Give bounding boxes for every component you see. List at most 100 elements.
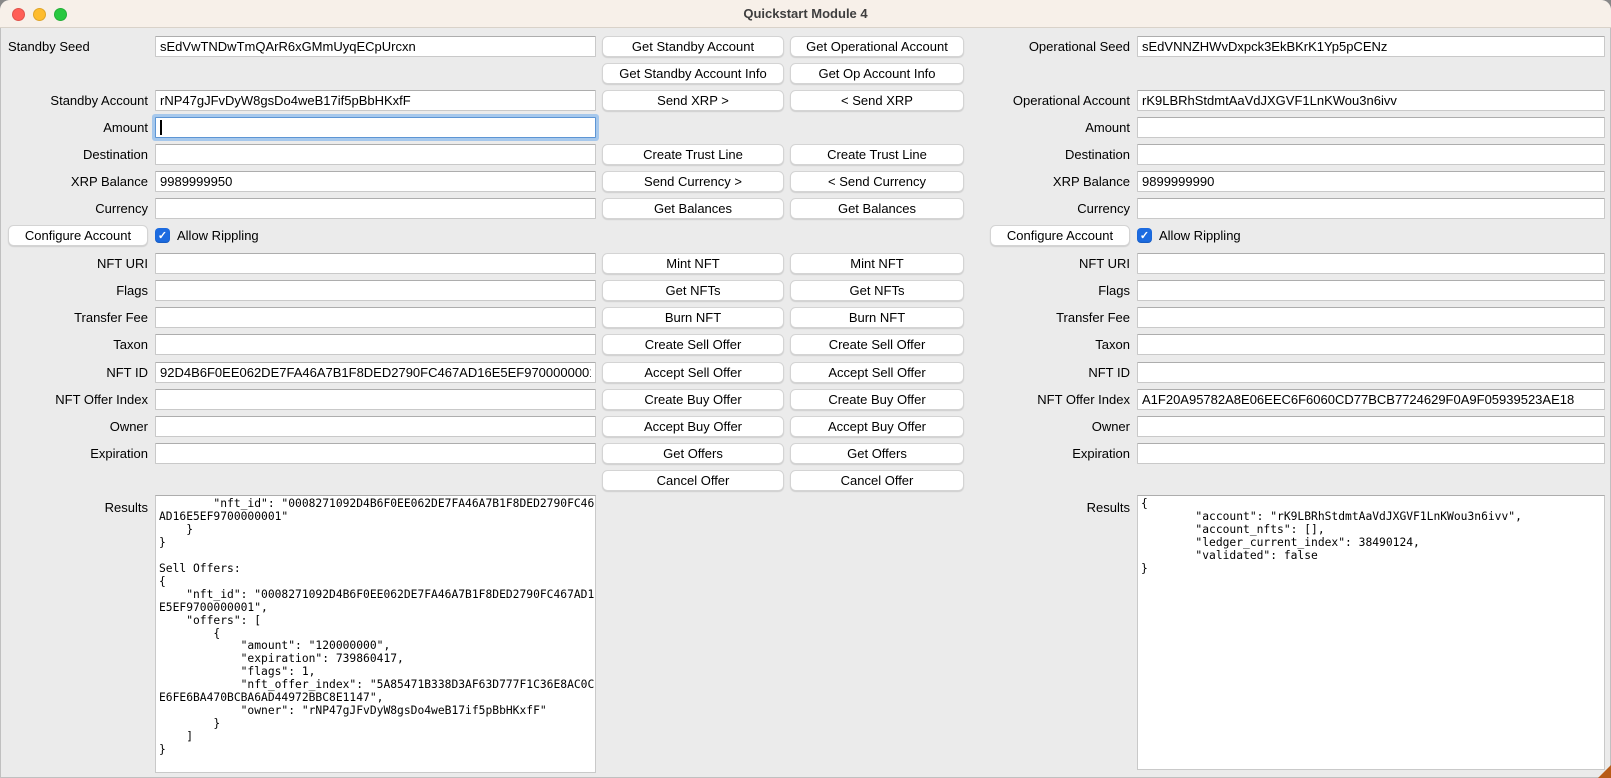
standby-nft-uri-input[interactable] [155, 253, 596, 274]
op-amount-input[interactable] [1137, 117, 1605, 138]
standby-seed-label: Standby Seed [0, 36, 148, 57]
op-nft-offer-index-label: NFT Offer Index [950, 389, 1130, 410]
op-amount-label: Amount [950, 117, 1130, 138]
op-taxon-label: Taxon [950, 334, 1130, 355]
op-accept-buy-offer-button[interactable]: Accept Buy Offer [790, 416, 964, 437]
op-allow-rippling-row: ✓ Allow Rippling [1137, 225, 1241, 246]
send-xrp-to-standby-button[interactable]: < Send XRP [790, 90, 964, 111]
op-owner-label: Owner [950, 416, 1130, 437]
op-cancel-offer-button[interactable]: Cancel Offer [790, 470, 964, 491]
standby-taxon-label: Taxon [0, 334, 148, 355]
sb-create-buy-offer-button[interactable]: Create Buy Offer [602, 389, 784, 410]
send-xrp-to-op-button[interactable]: Send XRP > [602, 90, 784, 111]
op-currency-input[interactable] [1137, 198, 1605, 219]
standby-xrp-balance-input[interactable] [155, 171, 596, 192]
get-op-account-info-button[interactable]: Get Op Account Info [790, 63, 964, 84]
op-get-balances-button[interactable]: Get Balances [790, 198, 964, 219]
op-create-sell-offer-button[interactable]: Create Sell Offer [790, 334, 964, 355]
titlebar: Quickstart Module 4 [0, 0, 1611, 28]
resize-grip[interactable] [1598, 765, 1611, 778]
operational-account-input[interactable] [1137, 90, 1605, 111]
standby-destination-label: Destination [0, 144, 148, 165]
op-nft-id-label: NFT ID [950, 362, 1130, 383]
standby-flags-input[interactable] [155, 280, 596, 301]
standby-nft-id-label: NFT ID [0, 362, 148, 383]
op-expiration-label: Expiration [950, 443, 1130, 464]
sb-accept-buy-offer-button[interactable]: Accept Buy Offer [602, 416, 784, 437]
text-cursor [160, 120, 162, 135]
sb-cancel-offer-button[interactable]: Cancel Offer [602, 470, 784, 491]
op-owner-input[interactable] [1137, 416, 1605, 437]
op-nft-offer-index-input[interactable] [1137, 389, 1605, 410]
sb-mint-nft-button[interactable]: Mint NFT [602, 253, 784, 274]
operational-seed-label: Operational Seed [950, 36, 1130, 57]
standby-allow-rippling-row: ✓ Allow Rippling [155, 225, 259, 246]
op-results-text[interactable]: { "account": "rK9LBRhStdmtAaVdJXGVF1LnKW… [1137, 495, 1605, 770]
sb-burn-nft-button[interactable]: Burn NFT [602, 307, 784, 328]
op-transfer-fee-input[interactable] [1137, 307, 1605, 328]
send-currency-to-standby-button[interactable]: < Send Currency [790, 171, 964, 192]
op-create-buy-offer-button[interactable]: Create Buy Offer [790, 389, 964, 410]
standby-currency-input[interactable] [155, 198, 596, 219]
standby-destination-input[interactable] [155, 144, 596, 165]
checkmark-icon: ✓ [158, 229, 167, 242]
standby-allow-rippling-checkbox[interactable]: ✓ [155, 228, 170, 243]
sb-create-trust-line-button[interactable]: Create Trust Line [602, 144, 784, 165]
standby-transfer-fee-input[interactable] [155, 307, 596, 328]
standby-results-label: Results [0, 497, 148, 518]
send-currency-to-op-button[interactable]: Send Currency > [602, 171, 784, 192]
op-results-label: Results [950, 497, 1130, 518]
get-operational-account-button[interactable]: Get Operational Account [790, 36, 964, 57]
op-allow-rippling-checkbox[interactable]: ✓ [1137, 228, 1152, 243]
sb-get-balances-button[interactable]: Get Balances [602, 198, 784, 219]
op-configure-account-button[interactable]: Configure Account [990, 225, 1130, 246]
standby-transfer-fee-label: Transfer Fee [0, 307, 148, 328]
standby-expiration-input[interactable] [155, 443, 596, 464]
standby-flags-label: Flags [0, 280, 148, 301]
op-accept-sell-offer-button[interactable]: Accept Sell Offer [790, 362, 964, 383]
op-transfer-fee-label: Transfer Fee [950, 307, 1130, 328]
standby-amount-input[interactable] [155, 117, 596, 138]
op-destination-input[interactable] [1137, 144, 1605, 165]
op-burn-nft-button[interactable]: Burn NFT [790, 307, 964, 328]
operational-account-label: Operational Account [950, 90, 1130, 111]
operational-seed-input[interactable] [1137, 36, 1605, 57]
standby-nft-offer-index-label: NFT Offer Index [0, 389, 148, 410]
op-mint-nft-button[interactable]: Mint NFT [790, 253, 964, 274]
op-get-nfts-button[interactable]: Get NFTs [790, 280, 964, 301]
standby-currency-label: Currency [0, 198, 148, 219]
sb-create-sell-offer-button[interactable]: Create Sell Offer [602, 334, 784, 355]
op-get-offers-button[interactable]: Get Offers [790, 443, 964, 464]
op-expiration-input[interactable] [1137, 443, 1605, 464]
sb-get-nfts-button[interactable]: Get NFTs [602, 280, 784, 301]
op-taxon-input[interactable] [1137, 334, 1605, 355]
get-standby-account-button[interactable]: Get Standby Account [602, 36, 784, 57]
standby-seed-input[interactable] [155, 36, 596, 57]
standby-nft-uri-label: NFT URI [0, 253, 148, 274]
op-allow-rippling-label: Allow Rippling [1159, 228, 1241, 243]
op-xrp-balance-input[interactable] [1137, 171, 1605, 192]
standby-nft-offer-index-input[interactable] [155, 389, 596, 410]
op-flags-input[interactable] [1137, 280, 1605, 301]
sb-accept-sell-offer-button[interactable]: Accept Sell Offer [602, 362, 784, 383]
sb-get-offers-button[interactable]: Get Offers [602, 443, 784, 464]
standby-account-input[interactable] [155, 90, 596, 111]
standby-allow-rippling-label: Allow Rippling [177, 228, 259, 243]
standby-results-text[interactable]: "nft_id": "0008271092D4B6F0EE062DE7FA46A… [155, 495, 596, 773]
close-button[interactable] [12, 8, 25, 21]
window-title: Quickstart Module 4 [743, 6, 867, 21]
standby-taxon-input[interactable] [155, 334, 596, 355]
standby-nft-id-input[interactable] [155, 362, 596, 383]
standby-expiration-label: Expiration [0, 443, 148, 464]
standby-configure-account-button[interactable]: Configure Account [8, 225, 148, 246]
standby-owner-input[interactable] [155, 416, 596, 437]
op-create-trust-line-button[interactable]: Create Trust Line [790, 144, 964, 165]
op-destination-label: Destination [950, 144, 1130, 165]
op-nft-id-input[interactable] [1137, 362, 1605, 383]
zoom-button[interactable] [54, 8, 67, 21]
get-standby-account-info-button[interactable]: Get Standby Account Info [602, 63, 784, 84]
op-nft-uri-input[interactable] [1137, 253, 1605, 274]
standby-account-label: Standby Account [0, 90, 148, 111]
op-flags-label: Flags [950, 280, 1130, 301]
minimize-button[interactable] [33, 8, 46, 21]
